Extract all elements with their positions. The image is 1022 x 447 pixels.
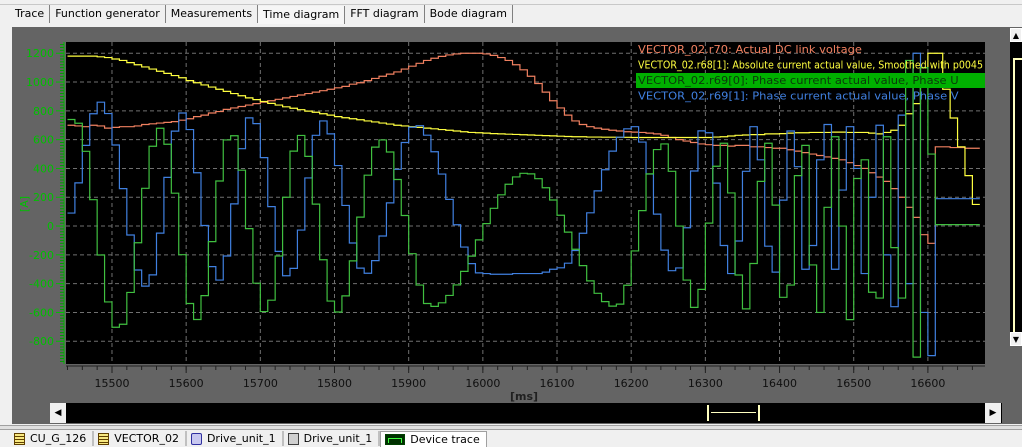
scroll-up-button[interactable]: ▲ <box>1010 28 1022 42</box>
x-tick-label: 15500 <box>94 377 129 390</box>
y-axis-label: [A] <box>18 196 31 212</box>
y-tick-label: 1200 <box>26 47 54 60</box>
y-tick-label: 800 <box>33 105 54 118</box>
y-tick-label: -400 <box>29 278 54 291</box>
scroll-down-button[interactable]: ▼ <box>1010 332 1022 346</box>
doc-tab-drive-unit-1[interactable]: Drive_unit_1 <box>187 431 284 446</box>
horizontal-scrollbar[interactable]: ◀ ▶ <box>50 403 1002 423</box>
x-tick-label: 15600 <box>169 377 204 390</box>
doc-tab-label: Drive_unit_1 <box>206 432 276 445</box>
doc-tab-drive-unit-1-b[interactable]: Drive_unit_1 <box>284 431 381 446</box>
y-axis: 1200 1000 800 600 400 200 0 -200 -400 -600 -800 <box>26 42 65 364</box>
doc-tab-label: VECTOR_02 <box>114 432 179 445</box>
vertical-zoom-bracket[interactable] <box>1013 58 1022 338</box>
vertical-scrollbar[interactable]: ▲ ▼ <box>1010 28 1022 346</box>
x-tick-label: 16000 <box>465 377 500 390</box>
document-icon <box>98 432 110 445</box>
document-icon <box>14 432 25 445</box>
document-tabs: CU_G_126 VECTOR_02 Drive_unit_1 Drive_un… <box>10 431 487 447</box>
doc-tab-cu-g-126[interactable]: CU_G_126 <box>10 431 95 446</box>
legend-item[interactable]: VECTOR_02.r68[1]: Absolute current actua… <box>638 60 983 72</box>
y-tick-label: -800 <box>29 335 54 348</box>
x-tick-label: 16200 <box>614 377 649 390</box>
doc-tab-label: Drive_unit_1 <box>303 432 373 445</box>
trace-icon <box>385 434 406 445</box>
scroll-left-button[interactable]: ◀ <box>50 403 66 423</box>
x-tick-label: 16400 <box>762 377 797 390</box>
x-tick-label: 15700 <box>243 377 278 390</box>
x-tick-label: 16100 <box>540 377 575 390</box>
time-diagram-chart[interactable]: 1200 1000 800 600 400 200 0 -200 -400 -600 -800 15… <box>0 0 1022 446</box>
y-tick-label: -200 <box>29 249 54 262</box>
legend-item[interactable]: VECTOR_02.r69[0]: Phase current actual v… <box>638 75 959 87</box>
x-tick-label: 16500 <box>836 377 871 390</box>
x-tick-label: 16300 <box>688 377 723 390</box>
drive-unit-icon <box>287 432 299 445</box>
y-tick-label: 200 <box>33 191 54 204</box>
y-tick-label: 400 <box>33 162 54 175</box>
scroll-right-button[interactable]: ▶ <box>985 403 1001 423</box>
y-tick-label: -600 <box>29 306 54 319</box>
y-tick-label: 0 <box>47 220 54 233</box>
legend-item[interactable]: VECTOR_02.r70: Actual DC link voltage <box>638 44 862 56</box>
x-axis-label: [ms] <box>510 390 538 403</box>
legend-item[interactable]: VECTOR_02.r69[1]: Phase current actual v… <box>638 91 960 103</box>
drive-icon <box>190 432 202 445</box>
doc-tab-label: Device trace <box>410 433 480 446</box>
x-tick-label: 16600 <box>910 377 945 390</box>
x-tick-label: 15800 <box>317 377 352 390</box>
x-tick-label: 15900 <box>391 377 426 390</box>
horizontal-zoom-bracket[interactable] <box>707 405 760 421</box>
doc-tab-device-trace[interactable]: Device trace <box>380 431 487 447</box>
panel-separator <box>0 425 1022 430</box>
doc-tab-vector-02[interactable]: VECTOR_02 <box>94 431 187 446</box>
doc-tab-label: CU_G_126 <box>30 432 87 445</box>
y-tick-label: 1000 <box>26 76 54 89</box>
x-axis: 15500 15600 15700 15800 15900 16000 16100 16200… <box>66 365 985 390</box>
y-tick-label: 600 <box>33 134 54 147</box>
